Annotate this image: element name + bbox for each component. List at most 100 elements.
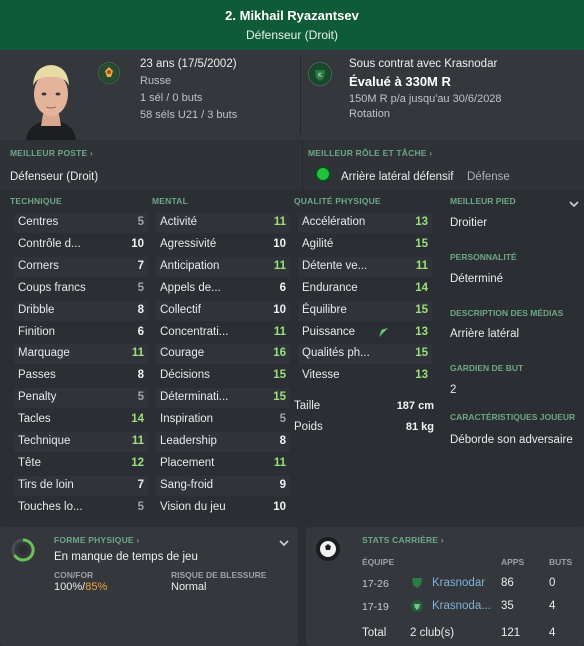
mental-attribute-row[interactable]: Vision du jeu 10: [156, 498, 290, 518]
career-apps: 35: [501, 600, 514, 612]
attribute-name: Anticipation: [160, 259, 220, 272]
best-foot-label: MEILLEUR PIED: [450, 196, 516, 206]
fitness-status: En manque de temps de jeu: [54, 551, 198, 563]
attribute-value: 9: [279, 478, 286, 491]
career-stats-label-text: STATS CARRIÈRE: [362, 535, 439, 545]
technique-attribute-row[interactable]: Centres 5: [14, 213, 148, 233]
best-role-label[interactable]: MEILLEUR RÔLE ET TÂCHE ›: [308, 148, 432, 158]
attribute-name: Coups francs: [18, 281, 86, 294]
attribute-increase-arrow-icon: [378, 327, 389, 337]
mental-attribute-row[interactable]: Appels de... 6: [156, 279, 290, 299]
technique-attribute-row[interactable]: Tirs de loin 7: [14, 475, 148, 496]
attribute-value: 10: [273, 237, 286, 250]
attribute-name: Corners: [18, 259, 59, 272]
career-apps: 86: [501, 577, 514, 589]
attribute-value: 15: [415, 237, 428, 250]
attribute-name: Activité: [160, 216, 198, 228]
attribute-name: Tête: [18, 456, 42, 469]
player-name: 2. Mikhail Ryazantsev: [225, 8, 359, 23]
football-icon: [316, 537, 340, 561]
mental-attribute-row[interactable]: Placement 11: [156, 454, 290, 474]
technique-attribute-row[interactable]: Contrôle d... 10: [14, 235, 148, 255]
attribute-value: 13: [415, 325, 428, 338]
attribute-value: 7: [137, 478, 144, 491]
player-caps: 1 sél / 0 buts: [140, 92, 203, 104]
attribute-name: Sang-froid: [160, 478, 214, 491]
attribute-value: 8: [137, 303, 144, 316]
best-position-label[interactable]: MEILLEUR POSTE ›: [10, 148, 93, 158]
career-goals: 4: [549, 600, 556, 612]
role-divider: [302, 141, 303, 190]
best-position-label-text: MEILLEUR POSTE: [10, 148, 88, 158]
contract-status[interactable]: Sous contrat avec Krasnodar: [349, 58, 497, 70]
mental-attribute-row[interactable]: Décisions 15: [156, 366, 290, 386]
krasnodar-badge-icon[interactable]: K: [308, 62, 332, 86]
mental-attribute-row[interactable]: Collectif 10: [156, 300, 290, 321]
career-team-link[interactable]: Krasnodar: [432, 577, 485, 589]
physical-attribute-row[interactable]: Accélération 13: [298, 213, 432, 233]
technique-attribute-row[interactable]: Penalty 5: [14, 388, 148, 409]
attribute-value: 6: [137, 325, 144, 338]
attribute-name: Puissance: [302, 325, 356, 338]
career-team-link[interactable]: Krasnoda...: [432, 600, 491, 612]
physical-attribute-row[interactable]: Équilibre 15: [298, 300, 432, 321]
physical-attribute-row[interactable]: Qualités ph... 15: [298, 344, 432, 365]
mental-attribute-row[interactable]: Anticipation 11: [156, 256, 290, 277]
physical-attribute-row[interactable]: Agilité 15: [298, 235, 432, 255]
chevron-down-icon[interactable]: [568, 198, 580, 210]
krasnodar-reserve-badge-icon: [411, 600, 423, 612]
height-row: Taille 187 cm: [294, 397, 434, 417]
technique-attribute-row[interactable]: Corners 7: [14, 256, 148, 277]
attribute-name: Décisions: [160, 369, 210, 382]
technique-attribute-row[interactable]: Touches lo... 5: [14, 498, 148, 518]
career-total-clubs: 2 club(s): [410, 627, 455, 639]
mental-attribute-row[interactable]: Agressivité 10: [156, 235, 290, 255]
mental-attribute-row[interactable]: Concentrati... 11: [156, 323, 290, 343]
attribute-value: 11: [131, 347, 144, 360]
side-info-panel: MEILLEUR PIED Droitier PERSONNALITÉ Déte…: [440, 192, 584, 520]
mental-attribute-row[interactable]: Leadership 8: [156, 432, 290, 452]
attribute-name: Concentrati...: [160, 325, 229, 338]
attribute-value: 6: [279, 281, 286, 294]
physical-attribute-row[interactable]: Endurance 14: [298, 279, 432, 299]
player-wage: 150M R p/a jusqu'au 30/6/2028: [349, 93, 502, 105]
best-position-row: MEILLEUR POSTE › Défenseur (Droit) MEILL…: [0, 141, 584, 190]
bio-panel: 23 ans (17/5/2002) Russe 1 sél / 0 buts …: [0, 50, 584, 140]
career-stats-label[interactable]: STATS CARRIÈRE ›: [362, 535, 444, 545]
traits-value: Déborde son adversaire: [450, 434, 573, 446]
attribute-name: Leadership: [160, 435, 217, 447]
mental-attribute-row[interactable]: Déterminati... 15: [156, 388, 290, 409]
attribute-value: 10: [131, 237, 144, 250]
player-nationality[interactable]: Russe: [140, 75, 171, 87]
technique-attribute-row[interactable]: Dribble 8: [14, 300, 148, 321]
apps-header: APPS: [501, 557, 525, 567]
attribute-value: 11: [273, 216, 286, 228]
chevron-down-icon[interactable]: [278, 537, 290, 549]
fitness-label[interactable]: FORME PHYSIQUE ›: [54, 535, 139, 545]
mental-attribute-row[interactable]: Activité 11: [156, 213, 290, 233]
attribute-name: Vitesse: [302, 369, 340, 382]
technique-attribute-row[interactable]: Marquage 11: [14, 344, 148, 365]
attribute-value: 5: [279, 413, 286, 426]
player-age: 23 ans (17/5/2002): [140, 58, 237, 70]
physical-attribute-row[interactable]: Puissance 13: [298, 323, 432, 343]
technique-attribute-row[interactable]: Technique 11: [14, 432, 148, 452]
russia-flag-icon[interactable]: [98, 62, 120, 84]
physical-attribute-row[interactable]: Détente ve... 11: [298, 256, 432, 277]
player-u21-caps: 58 séls U21 / 3 buts: [140, 109, 238, 121]
technique-attribute-row[interactable]: Tête 12: [14, 454, 148, 474]
attributes-panel: TECHNIQUE MENTAL QUALITÉ PHYSIQUE Centre…: [0, 192, 440, 520]
mental-attribute-row[interactable]: Sang-froid 9: [156, 475, 290, 496]
weight-label: Poids: [294, 421, 323, 433]
technique-attribute-row[interactable]: Passes 8: [14, 366, 148, 386]
mental-attribute-row[interactable]: Inspiration 5: [156, 410, 290, 430]
technique-attribute-row[interactable]: Coups francs 5: [14, 279, 148, 299]
attribute-name: Inspiration: [160, 413, 214, 426]
technique-attribute-row[interactable]: Tacles 14: [14, 410, 148, 430]
attribute-value: 15: [415, 347, 428, 360]
player-avatar[interactable]: [18, 56, 84, 140]
technique-attribute-row[interactable]: Finition 6: [14, 323, 148, 343]
attribute-value: 5: [137, 500, 144, 513]
physical-attribute-row[interactable]: Vitesse 13: [298, 366, 432, 386]
mental-attribute-row[interactable]: Courage 16: [156, 344, 290, 365]
